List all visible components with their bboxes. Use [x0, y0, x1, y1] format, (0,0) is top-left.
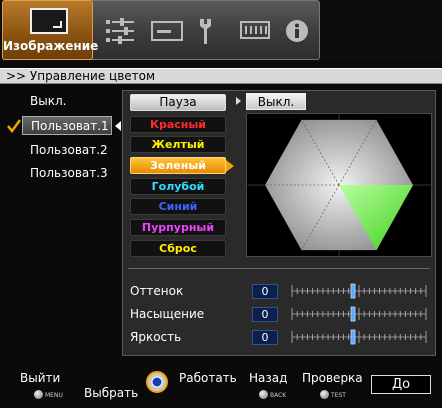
selected-color-pointer-icon [226, 160, 234, 172]
pause-button[interactable]: Пауза [130, 94, 226, 111]
back-key-icon [259, 390, 268, 399]
check-label: Проверка [302, 371, 363, 385]
tab-picture[interactable]: Изображение [2, 0, 99, 60]
picture-icon [29, 7, 69, 35]
pause-value: Выкл. [246, 93, 306, 110]
color-hexagon-display [246, 113, 432, 257]
hue-label: Оттенок [130, 284, 184, 298]
hue-value: 0 [252, 284, 278, 299]
menu-key-icon [34, 390, 43, 399]
color-blue-button[interactable]: Синий [130, 198, 226, 215]
ok-button[interactable]: До [371, 375, 431, 394]
menu-key-label: MENU [45, 392, 63, 399]
top-toolbar: Изображение [0, 0, 442, 62]
color-cyan-button[interactable]: Голубой [130, 178, 226, 195]
select-label: Выбрать [84, 386, 139, 400]
sliders-icon[interactable] [102, 16, 142, 46]
reset-button[interactable]: Сброс [130, 240, 226, 257]
hue-slider[interactable] [290, 283, 428, 299]
check-icon [6, 118, 22, 134]
panel-divider [128, 268, 430, 269]
tab-picture-label: Изображение [3, 39, 99, 53]
info-icon[interactable] [282, 17, 312, 47]
test-key-label: TEST [331, 392, 346, 399]
test-key-icon [320, 390, 329, 399]
brightness-value: 0 [252, 330, 278, 345]
color-magenta-button[interactable]: Пурпурный [130, 219, 226, 236]
saturation-slider[interactable] [290, 306, 428, 322]
screen-icon[interactable] [148, 16, 188, 46]
mode-user-1[interactable]: Пользоват.1 [22, 116, 112, 135]
chip-icon[interactable] [236, 16, 276, 46]
back-key-label: BACK [270, 392, 287, 399]
mode-user-3[interactable]: Пользоват.3 [22, 164, 112, 183]
brightness-label: Яркость [130, 330, 182, 344]
saturation-value: 0 [252, 307, 278, 322]
saturation-label: Насыщение [130, 307, 205, 321]
color-yellow-button[interactable]: Желтый [130, 136, 226, 153]
section-header: >> Управление цветом [0, 68, 442, 84]
wrench-icon[interactable] [188, 16, 222, 46]
mode-off[interactable]: Выкл. [22, 92, 112, 111]
exit-label: Выйти [20, 371, 61, 385]
mode-user-2[interactable]: Пользоват.2 [22, 141, 112, 160]
pause-arrow-icon [236, 97, 241, 105]
back-label: Назад [249, 371, 288, 385]
section-title: >> Управление цветом [6, 69, 156, 83]
selection-arrow-icon [115, 121, 121, 131]
operate-label: Работать [179, 371, 237, 385]
color-red-button[interactable]: Красный [130, 116, 226, 133]
navigation-dial-icon[interactable] [145, 370, 169, 394]
color-green-button[interactable]: Зеленый [130, 157, 226, 174]
brightness-slider[interactable] [290, 329, 428, 345]
